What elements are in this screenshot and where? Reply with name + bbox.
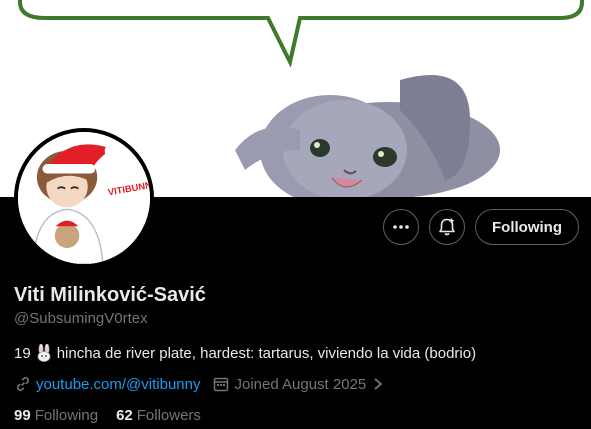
avatar[interactable]: VITIBUNNY! bbox=[14, 128, 154, 268]
notification-bell-icon bbox=[439, 218, 455, 236]
profile-meta: youtube.com/@vitibunny Joined August 202… bbox=[14, 375, 396, 393]
following-count-link[interactable]: 99 Following bbox=[14, 407, 98, 424]
following-count: 99 bbox=[14, 407, 31, 424]
followers-label: Followers bbox=[136, 407, 201, 424]
avatar-image: VITIBUNNY! bbox=[18, 132, 150, 264]
website-item: youtube.com/@vitibunny bbox=[14, 375, 200, 393]
rabbit-emoji-icon bbox=[35, 344, 53, 362]
more-icon bbox=[393, 225, 409, 229]
followers-count: 62 bbox=[116, 407, 133, 424]
calendar-icon bbox=[214, 377, 229, 392]
follow-stats: 99 Following 62 Followers bbox=[14, 407, 201, 424]
notification-button[interactable] bbox=[429, 209, 466, 245]
joined-item[interactable]: Joined August 2025 bbox=[212, 375, 384, 393]
profile-actions: Following bbox=[383, 209, 579, 245]
user-handle: @SubsumingV0rtex bbox=[14, 310, 148, 327]
display-name: Viti Milinković-Savić bbox=[14, 284, 206, 306]
bio-text: hincha de river plate, hardest: tartarus… bbox=[56, 344, 477, 362]
following-label: Following bbox=[34, 407, 99, 424]
profile-bio: 19 hincha de river plate, hardest: tarta… bbox=[14, 344, 476, 362]
website-link[interactable]: youtube.com/@vitibunny bbox=[36, 376, 200, 393]
bio-prefix: 19 bbox=[14, 344, 31, 362]
more-button[interactable] bbox=[383, 209, 420, 245]
followers-count-link[interactable]: 62 Followers bbox=[116, 407, 201, 424]
link-icon bbox=[16, 377, 30, 391]
chevron-right-icon bbox=[374, 378, 383, 390]
joined-date: Joined August 2025 bbox=[234, 375, 367, 393]
following-button[interactable]: Following bbox=[475, 209, 579, 245]
